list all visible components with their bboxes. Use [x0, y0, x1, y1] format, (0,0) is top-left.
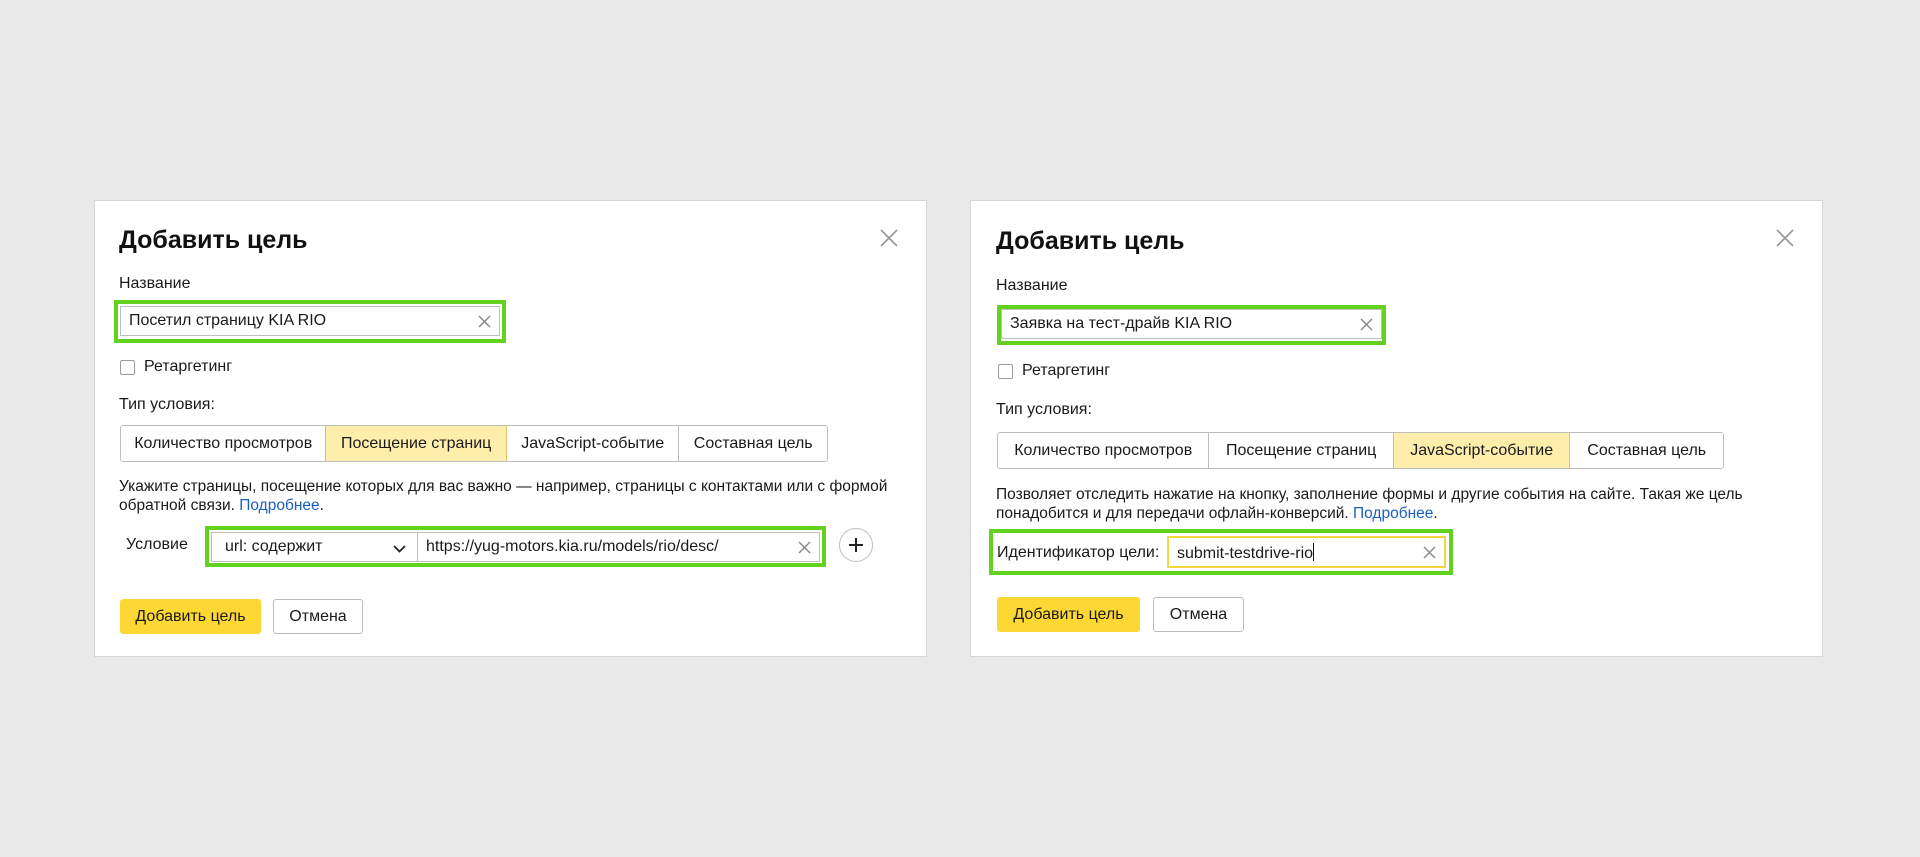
goal-name-input[interactable]: Заявка на тест-драйв KIA RIO	[1001, 309, 1382, 339]
close-icon[interactable]	[878, 227, 900, 249]
description-text: Укажите страницы, посещение которых для …	[119, 478, 888, 514]
name-label: Название	[996, 277, 1068, 294]
tab-javascript-event[interactable]: JavaScript-событие	[1393, 433, 1571, 468]
checkbox-box[interactable]	[120, 359, 135, 375]
goal-name-value: Заявка на тест-драйв KIA RIO	[1010, 315, 1233, 332]
condition-url-input[interactable]: https://yug-motors.kia.ru/models/rio/des…	[417, 532, 820, 562]
text-caret	[1313, 543, 1315, 561]
condition-type-tabs: Количество просмотров Посещение страниц …	[997, 432, 1724, 469]
goal-id-input[interactable]: submit-testdrive-rio	[1167, 536, 1446, 568]
cancel-button[interactable]: Отмена	[273, 599, 363, 634]
condition-url-value: https://yug-motors.kia.ru/models/rio/des…	[426, 538, 719, 555]
goal-name-input[interactable]: Посетил страницу KIA RIO	[120, 306, 500, 336]
clear-icon[interactable]	[798, 541, 811, 554]
condition-operator-value: url: содержит	[225, 538, 323, 555]
retargeting-label: Ретаргетинг	[144, 358, 233, 375]
add-goal-button[interactable]: Добавить цель	[120, 599, 261, 634]
more-link[interactable]: Подробнее	[1353, 505, 1433, 522]
chevron-down-icon	[392, 541, 407, 556]
condition-description: Позволяет отследить нажатие на кнопку, з…	[996, 486, 1743, 522]
checkbox-box[interactable]	[998, 363, 1013, 379]
goal-id-value: submit-testdrive-rio	[1177, 543, 1315, 563]
tab-pageviews[interactable]: Количество просмотров	[998, 433, 1210, 468]
plus-icon	[849, 538, 863, 552]
condition-type-label: Тип условия:	[119, 396, 215, 413]
close-icon[interactable]	[1774, 227, 1796, 249]
dialog-title: Добавить цель	[119, 226, 308, 254]
add-goal-dialog-js-event: Добавить цель Название Заявка на тест-др…	[970, 200, 1823, 657]
condition-type-label: Тип условия:	[996, 401, 1092, 418]
add-goal-dialog-pageview: Добавить цель Название Посетил страницу …	[94, 200, 927, 657]
retargeting-checkbox[interactable]: Ретаргетинг	[120, 358, 232, 376]
retargeting-checkbox[interactable]: Ретаргетинг	[998, 362, 1110, 380]
tab-page-visits[interactable]: Посещение страниц	[1209, 433, 1394, 468]
tab-javascript-event[interactable]: JavaScript-событие	[506, 426, 680, 461]
name-label: Название	[119, 275, 191, 292]
clear-icon[interactable]	[1360, 318, 1373, 331]
condition-operator-select[interactable]: url: содержит	[211, 532, 418, 562]
cancel-button[interactable]: Отмена	[1153, 597, 1244, 632]
goal-name-value: Посетил страницу KIA RIO	[129, 312, 327, 329]
condition-description: Укажите страницы, посещение которых для …	[119, 478, 888, 514]
condition-label: Условие	[126, 536, 188, 553]
goal-id-text: submit-testdrive-rio	[1177, 545, 1314, 562]
tab-composite-goal[interactable]: Составная цель	[679, 426, 827, 461]
more-link[interactable]: Подробнее	[239, 497, 319, 514]
tab-page-visits[interactable]: Посещение страниц	[326, 426, 507, 461]
condition-type-tabs: Количество просмотров Посещение страниц …	[120, 425, 828, 462]
tab-pageviews[interactable]: Количество просмотров	[121, 426, 327, 461]
tab-composite-goal[interactable]: Составная цель	[1570, 433, 1723, 468]
clear-icon[interactable]	[1423, 546, 1436, 559]
retargeting-label: Ретаргетинг	[1022, 362, 1111, 379]
add-condition-button[interactable]	[839, 528, 873, 562]
add-goal-button[interactable]: Добавить цель	[997, 597, 1140, 632]
goal-id-label: Идентификатор цели:	[997, 544, 1160, 561]
dialog-title: Добавить цель	[996, 227, 1185, 255]
clear-icon[interactable]	[478, 315, 491, 328]
